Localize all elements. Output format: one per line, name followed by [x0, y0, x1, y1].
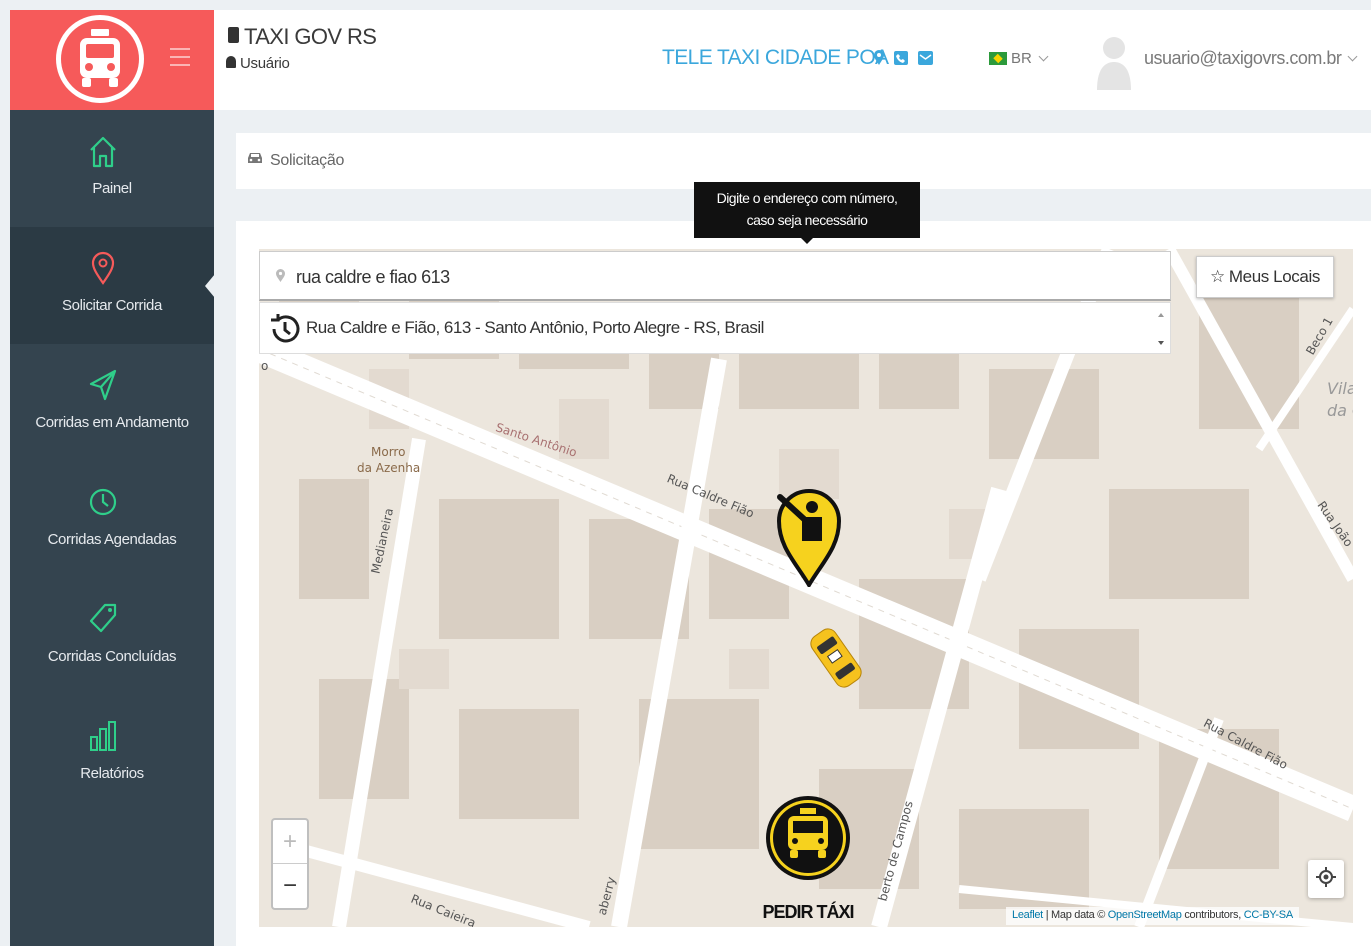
- zoom-in-button[interactable]: +: [273, 820, 307, 864]
- sidebar-item-label: Corridas Agendadas: [47, 531, 177, 548]
- brand-area: [10, 10, 214, 110]
- address-suggestion[interactable]: Rua Caldre e Fião, 613 - Santo Antônio, …: [259, 302, 1171, 354]
- phone-icon[interactable]: [894, 50, 908, 70]
- pedir-taxi-label: PEDIR TÁXI: [762, 902, 854, 922]
- star-icon: ☆: [1210, 267, 1225, 286]
- street-label: o: [261, 359, 269, 373]
- pickup-location-marker[interactable]: [776, 485, 842, 592]
- envelope-icon[interactable]: [918, 50, 933, 70]
- breadcrumb-label: Solicitação: [270, 151, 345, 169]
- zoom-control: + −: [271, 818, 309, 910]
- crosshair-icon: [1316, 866, 1336, 892]
- tag-icon: [88, 600, 118, 638]
- map-attribution: Leaflet | Map data © OpenStreetMap contr…: [1006, 907, 1299, 925]
- car-icon: [246, 151, 264, 170]
- meus-locais-button[interactable]: ☆ Meus Locais: [1196, 256, 1334, 298]
- license-link[interactable]: CC-BY-SA: [1244, 909, 1293, 921]
- app-title: TAXI GOV RS: [228, 24, 377, 50]
- suggestion-scrollbar[interactable]: [1156, 309, 1166, 349]
- brazil-flag-icon: [989, 52, 1007, 65]
- sidebar-item-label: Corridas Concluídas: [47, 648, 177, 665]
- history-icon: [266, 311, 302, 352]
- language-selector[interactable]: BR: [989, 50, 1049, 67]
- active-item-caret: [205, 274, 215, 298]
- map-pin-icon: [88, 249, 118, 287]
- address-search[interactable]: [259, 251, 1171, 301]
- address-input[interactable]: [296, 262, 1156, 292]
- locate-me-button[interactable]: [1308, 860, 1344, 898]
- sidebar: Painel Solicitar Corrida Corridas em And…: [10, 110, 215, 946]
- leaflet-link[interactable]: Leaflet: [1012, 909, 1043, 921]
- taxi-badge-icon: [766, 796, 850, 880]
- search-tooltip: Digite o endereço com número, caso seja …: [694, 182, 920, 244]
- sidebar-item-corridas-em-andamento[interactable]: Corridas em Andamento: [10, 344, 214, 461]
- map-marker-icon: [276, 269, 285, 287]
- pedir-taxi-button[interactable]: PEDIR TÁXI: [760, 790, 856, 926]
- chevron-down-icon: [1347, 51, 1358, 62]
- hamburger-menu-icon[interactable]: [170, 48, 190, 70]
- zoom-out-button[interactable]: −: [273, 864, 307, 908]
- sidebar-item-label: Corridas em Andamento: [35, 414, 189, 431]
- user-role: Usuário: [226, 55, 290, 72]
- top-header: TAXI GOV RS Usuário TELE TAXI CIDADE POA…: [214, 10, 1371, 110]
- taxi-logo-icon[interactable]: [56, 15, 144, 103]
- sidebar-item-solicitar-corrida[interactable]: Solicitar Corrida: [10, 227, 214, 344]
- taxi-vehicle-marker[interactable]: [808, 622, 864, 699]
- chevron-down-icon: [1038, 51, 1049, 62]
- user-menu[interactable]: usuario@taxigovrs.com.br: [1144, 48, 1358, 69]
- sidebar-item-label: Painel: [92, 180, 132, 197]
- area-label: Vila: [1327, 379, 1353, 398]
- suggestion-text: Rua Caldre e Fião, 613 - Santo Antônio, …: [306, 318, 764, 337]
- area-label: da C: [1327, 401, 1353, 420]
- breadcrumb: Solicitação: [236, 133, 1371, 189]
- sidebar-item-label: Relatórios: [80, 765, 144, 782]
- osm-link[interactable]: OpenStreetMap: [1108, 909, 1182, 921]
- sidebar-item-corridas-agendadas[interactable]: Corridas Agendadas: [10, 461, 214, 578]
- poi-label: Morro: [371, 445, 406, 459]
- paper-plane-icon: [88, 366, 118, 404]
- poi-label: da Azenha: [357, 461, 421, 475]
- map-marker-icon[interactable]: [874, 50, 884, 70]
- sidebar-item-corridas-concluidas[interactable]: Corridas Concluídas: [10, 578, 214, 695]
- sidebar-item-relatorios[interactable]: Relatórios: [10, 695, 214, 812]
- avatar[interactable]: [1096, 32, 1132, 90]
- company-name: TELE TAXI CIDADE POA: [662, 46, 889, 69]
- user-icon: [226, 56, 236, 68]
- clock-icon: [88, 483, 118, 521]
- bar-chart-icon: [88, 717, 118, 755]
- building-icon: [228, 27, 239, 43]
- sidebar-item-label: Solicitar Corrida: [62, 297, 162, 314]
- home-icon: [88, 132, 118, 170]
- company-contact-icons: [874, 50, 933, 70]
- sidebar-item-painel[interactable]: Painel: [10, 110, 214, 227]
